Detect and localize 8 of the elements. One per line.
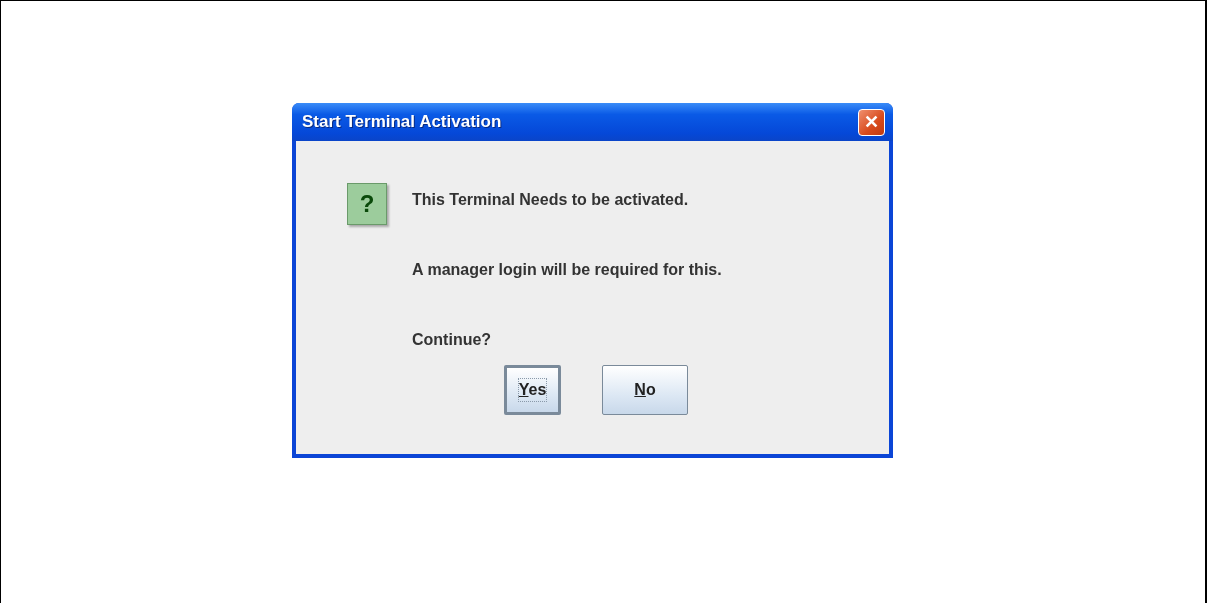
no-button[interactable]: No bbox=[602, 365, 688, 415]
close-button[interactable]: ✕ bbox=[858, 108, 885, 136]
yes-button[interactable]: Yes bbox=[504, 365, 561, 415]
window-title: Start Terminal Activation bbox=[302, 112, 502, 132]
message-text: Continue? bbox=[412, 330, 493, 350]
message-text: This Terminal Needs to be activated. bbox=[412, 190, 690, 210]
message-text: A manager login will be required for this. bbox=[412, 260, 722, 280]
question-icon: ? bbox=[347, 183, 387, 225]
